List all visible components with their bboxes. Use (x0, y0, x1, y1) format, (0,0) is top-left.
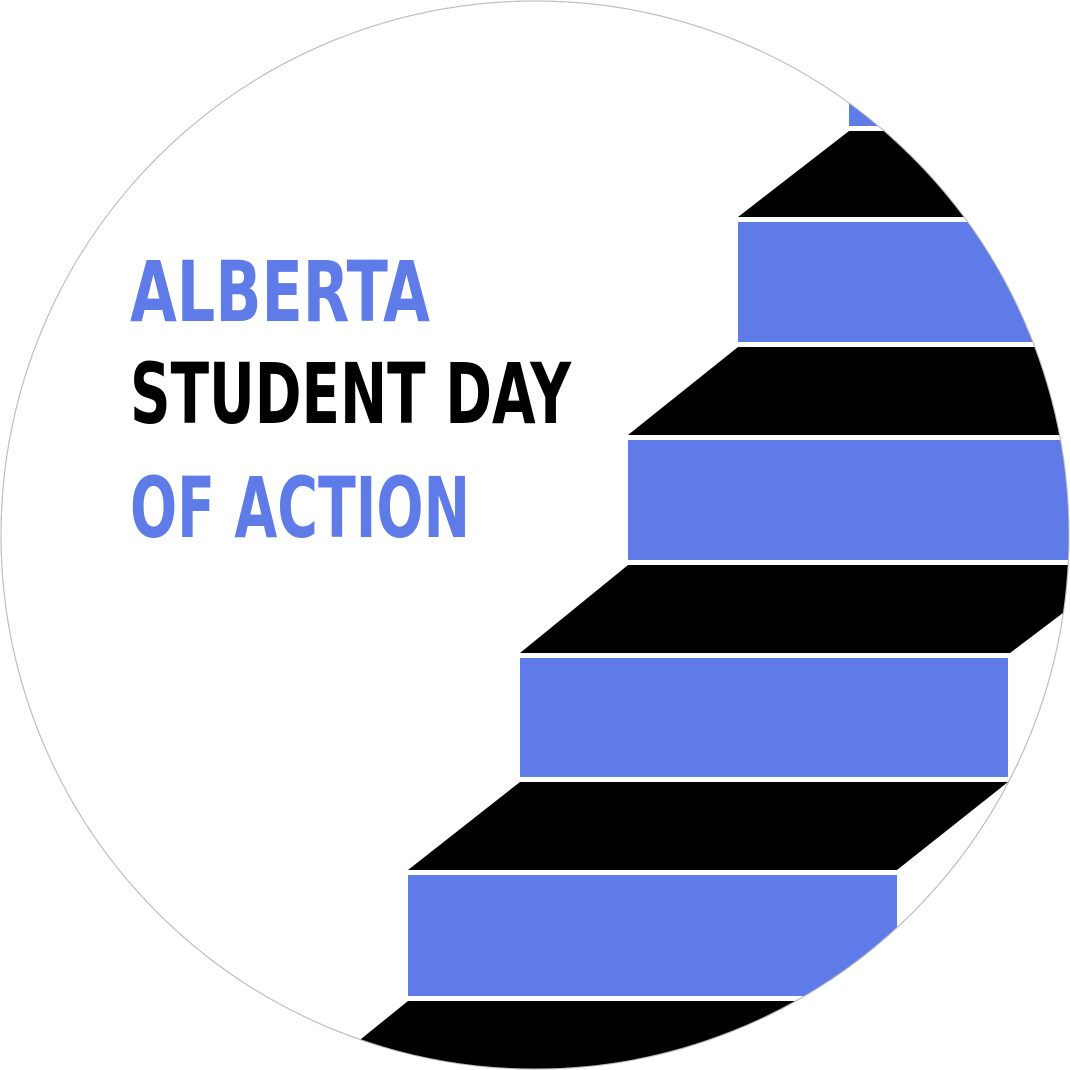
stair-riser-1 (738, 222, 1069, 342)
stair-riser-0 (849, 80, 1069, 126)
logo-graphic: ALBERTA STUDENT DAY OF ACTION (0, 0, 1070, 1070)
title-line-of-action: OF ACTION (130, 459, 470, 557)
logo-canvas: ALBERTA STUDENT DAY OF ACTION (0, 0, 1070, 1070)
title-line-alberta: ALBERTA (130, 243, 430, 341)
stair-riser-2 (628, 440, 1069, 560)
title-line-student-day: STUDENT DAY (130, 345, 572, 443)
stair-riser-4 (408, 875, 897, 996)
stair-riser-3 (520, 658, 1008, 777)
